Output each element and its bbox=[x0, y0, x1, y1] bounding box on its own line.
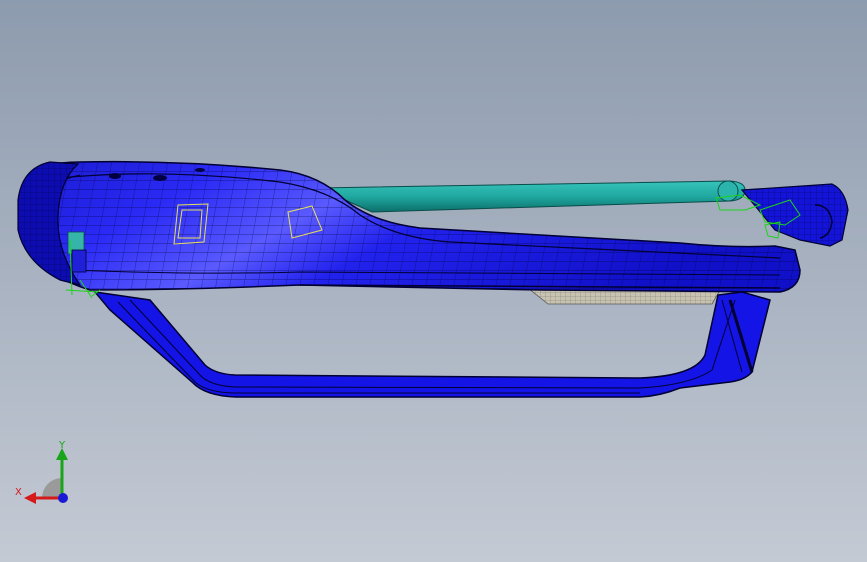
model-scene[interactable] bbox=[0, 0, 867, 562]
3d-viewport[interactable]: Y X bbox=[0, 0, 867, 562]
triad-graphic bbox=[24, 448, 68, 504]
x-axis-arrow bbox=[24, 492, 36, 504]
x-axis-label: X bbox=[15, 487, 22, 498]
z-axis-dot bbox=[58, 493, 68, 503]
orientation-triad[interactable]: Y X bbox=[12, 440, 82, 510]
y-axis-label: Y bbox=[59, 440, 66, 451]
